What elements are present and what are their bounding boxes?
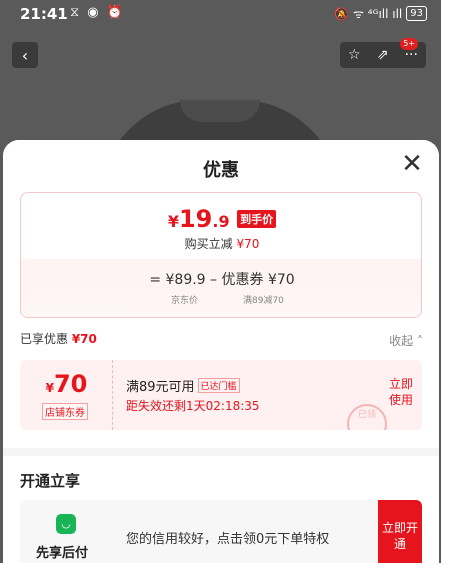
open-benefits-title: 开通立享 xyxy=(20,472,81,490)
threshold-badge: 已达门槛 xyxy=(197,378,240,393)
reduction-label: 购买立减 xyxy=(184,237,237,251)
signal-icon: 🔕 ᯤ ⁴ᴳıll ıll xyxy=(334,7,403,21)
final-price-tag: 到手价 xyxy=(237,210,277,228)
coupon-rule-label: 满89减70 xyxy=(243,296,284,306)
enjoyed-label: 已享优惠 xyxy=(20,332,72,346)
price-decimal: .9 xyxy=(212,212,230,231)
pay-later-description: 您的信用较好，点击领0元下单特权 xyxy=(126,532,330,547)
coupon-type: 店铺东券 xyxy=(42,403,88,420)
store-coupon-card[interactable]: ¥70 店铺东券 满89元可用 已达门槛 距失效还剩1天02:18:35 已领 立… xyxy=(20,360,422,430)
nav-action-group: ☆ ⇗ ··· 5+ xyxy=(340,38,426,68)
battery-icon: 93 xyxy=(406,6,427,21)
jd-price-label: 京东价 xyxy=(171,296,199,306)
back-button[interactable]: ‹ xyxy=(12,42,38,68)
price-formula: = ¥89.9 – 优惠券 ¥70 xyxy=(149,272,295,288)
status-system-icons: 🔕 ᯤ ⁴ᴳıll ıll 93 xyxy=(334,5,427,22)
final-price: ¥19.9 到手价 xyxy=(21,205,421,233)
shopping-bag-icon: ◡ xyxy=(56,514,76,534)
coupon-value: ¥70 xyxy=(20,370,113,398)
star-icon[interactable]: ☆ xyxy=(348,47,361,63)
final-price-card: ¥19.9 到手价 购买立减 ¥70 = ¥89.9 – 优惠券 ¥70 京东价… xyxy=(20,192,422,318)
price-integer: 19 xyxy=(178,205,213,233)
close-icon[interactable]: ✕ xyxy=(399,151,425,178)
instant-reduction: 购买立减 ¥70 xyxy=(21,235,421,252)
status-time: 21:41 xyxy=(20,5,68,23)
more-badge: 5+ xyxy=(400,38,418,50)
coupon-countdown: 距失效还剩1天02:18:35 xyxy=(126,399,260,413)
coupon-currency: ¥ xyxy=(45,381,54,395)
right-margin xyxy=(441,0,471,563)
status-bar: 21:41 ⧖ ◉ ⏰ 🔕 ᯤ ⁴ᴳıll ıll 93 xyxy=(0,0,441,28)
enjoyed-amount: ¥70 xyxy=(71,332,97,346)
open-benefits-section: 开通立享 ◡ 先享后付 您的信用较好，点击领0元下单特权 立即开通 xyxy=(3,456,439,563)
share-icon[interactable]: ⇗ xyxy=(377,47,389,63)
reduction-amount: ¥70 xyxy=(236,237,260,251)
pay-later-card[interactable]: ◡ 先享后付 您的信用较好，点击领0元下单特权 立即开通 xyxy=(20,500,422,563)
product-nav-bar: ‹ ☆ ⇗ ··· 5+ xyxy=(0,38,441,70)
coupon-value-block: ¥70 店铺东券 xyxy=(20,360,113,430)
status-notification-icons: ⧖ ◉ ⏰ xyxy=(70,5,125,20)
coupon-amount: 70 xyxy=(53,370,88,398)
coupon-condition: 满89元可用 已达门槛 xyxy=(126,376,240,395)
product-image-collar xyxy=(180,100,260,122)
sheet-upper-panel: 优惠 ✕ ¥19.9 到手价 购买立减 ¥70 = ¥89.9 – 优惠券 ¥7… xyxy=(3,140,439,448)
collapse-button[interactable]: 收起 ˄ xyxy=(389,332,423,349)
claimed-stamp: 已领 xyxy=(347,404,387,430)
discount-sheet: 优惠 ✕ ¥19.9 到手价 购买立减 ¥70 = ¥89.9 – 优惠券 ¥7… xyxy=(3,140,439,563)
coupon-condition-text: 满89元可用 xyxy=(126,380,195,395)
use-now-button[interactable]: 立即使用 xyxy=(388,376,414,408)
enjoyed-discount: 已享优惠 ¥70 xyxy=(20,330,97,347)
price-currency: ¥ xyxy=(167,212,179,231)
pay-later-name: 先享后付 xyxy=(36,546,89,561)
open-now-button[interactable]: 立即开通 xyxy=(378,500,422,563)
sheet-title: 优惠 xyxy=(203,160,239,181)
price-breakdown: = ¥89.9 – 优惠券 ¥70 京东价 满89减70 xyxy=(21,259,421,317)
phone-screen: 21:41 ⧖ ◉ ⏰ 🔕 ᯤ ⁴ᴳıll ıll 93 ‹ ☆ ⇗ ··· 5… xyxy=(0,0,441,563)
